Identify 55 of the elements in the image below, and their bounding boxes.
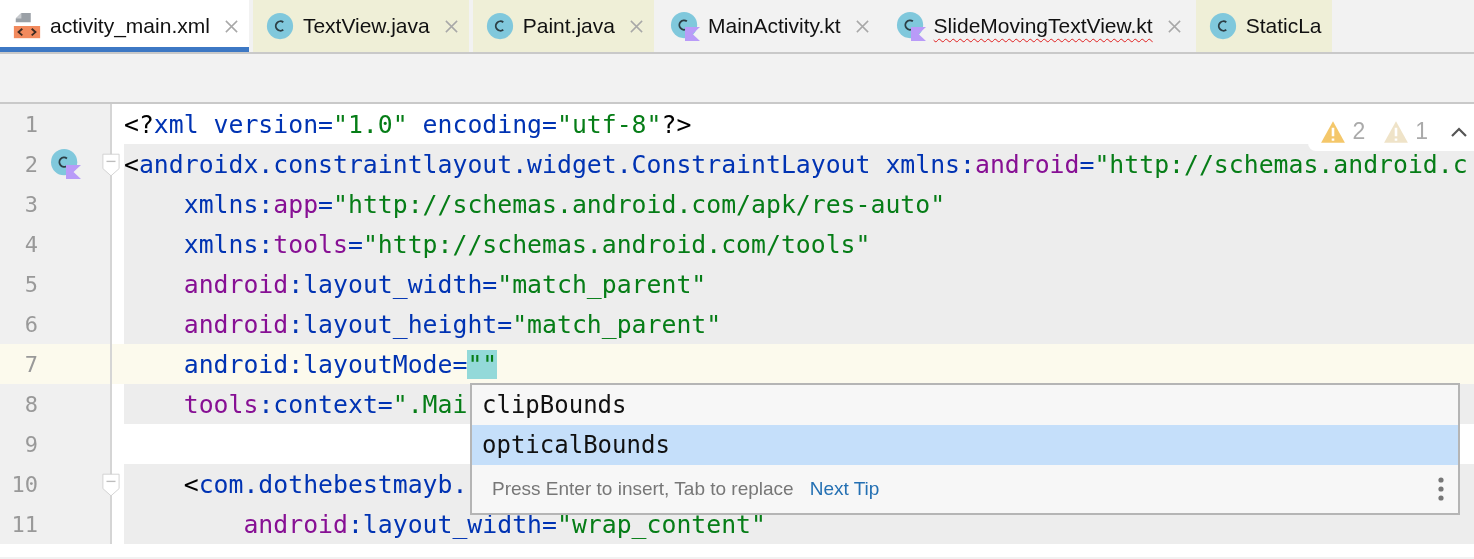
weak-warning-count: 1 <box>1415 118 1428 145</box>
close-icon[interactable] <box>1166 18 1182 34</box>
next-tip-link[interactable]: Next Tip <box>809 478 880 500</box>
kotlin-class-icon[interactable] <box>51 149 81 179</box>
code-line: android:layoutMode="" <box>182 349 498 379</box>
warning-count: 2 <box>1352 118 1366 145</box>
chevron-up-icon[interactable] <box>1450 125 1468 138</box>
line-number: 4 <box>23 231 38 257</box>
code-line: tools:context=".Mai <box>182 389 468 419</box>
code-line: xmlns:app="http://schemas.android.com/apk/res-auto" <box>182 189 946 219</box>
class-icon <box>484 11 515 41</box>
class-icon <box>1207 11 1238 41</box>
line-number: 10 <box>10 471 38 497</box>
more-icon[interactable] <box>1438 477 1444 501</box>
editor-tab[interactable]: TextView.java <box>252 0 469 52</box>
class-icon <box>264 11 295 41</box>
line-number: 1 <box>23 111 38 137</box>
editor-tab[interactable]: activity_main.xml <box>0 0 249 52</box>
code-line: android:layout_width="wrap_content" <box>242 509 766 539</box>
tab-label: activity_main.xml <box>50 14 210 38</box>
line-number: 3 <box>23 191 38 217</box>
close-icon[interactable] <box>628 18 644 34</box>
xml-file-icon <box>12 11 42 41</box>
line-number: 5 <box>23 271 38 297</box>
code-line: xmlns:tools="http://schemas.android.com/tools" <box>182 229 871 259</box>
close-icon[interactable] <box>443 18 459 34</box>
warning-icon[interactable] <box>1320 119 1347 144</box>
code-line: <androidx.constraintlayout.widget.ConstraintLayout xmlns:android="http://schemas.android.c <box>124 149 1468 179</box>
line-number: 2 <box>23 151 38 177</box>
close-icon[interactable] <box>854 18 870 34</box>
completion-hint: Press Enter to insert, Tab to replace <box>492 478 794 500</box>
close-icon[interactable] <box>223 18 239 34</box>
code-line: android:layout_width="match_parent" <box>182 269 707 299</box>
tab-label: Paint.java <box>522 14 615 38</box>
code-line: <?xml version="1.0" encoding="utf-8"?> <box>124 109 692 139</box>
line-number: 6 <box>23 311 38 337</box>
completion-item[interactable]: clipBounds <box>472 385 1458 425</box>
editor-tab[interactable]: StaticLa <box>1195 0 1332 52</box>
editor-tab[interactable]: Paint.java <box>472 0 654 52</box>
line-number: 8 <box>23 391 38 417</box>
code-line: android:layout_height="match_parent" <box>182 309 722 339</box>
code-line: <com.dothebestmayb. <box>182 469 468 499</box>
kotlin-class-icon <box>895 11 926 41</box>
tab-label: SlideMovingTextView.kt <box>933 14 1153 38</box>
weak-warning-icon[interactable] <box>1383 119 1410 144</box>
line-number: 11 <box>10 511 38 537</box>
tab-label: StaticLa <box>1245 14 1322 38</box>
fold-icon[interactable] <box>102 473 120 497</box>
completion-item[interactable]: opticalBounds <box>472 425 1458 465</box>
tab-label: TextView.java <box>302 14 430 38</box>
line-number: 9 <box>23 431 38 457</box>
line-number: 7 <box>23 351 38 377</box>
kotlin-class-icon <box>669 11 700 41</box>
fold-icon[interactable] <box>102 153 120 177</box>
tab-label: MainActivity.kt <box>707 14 841 38</box>
